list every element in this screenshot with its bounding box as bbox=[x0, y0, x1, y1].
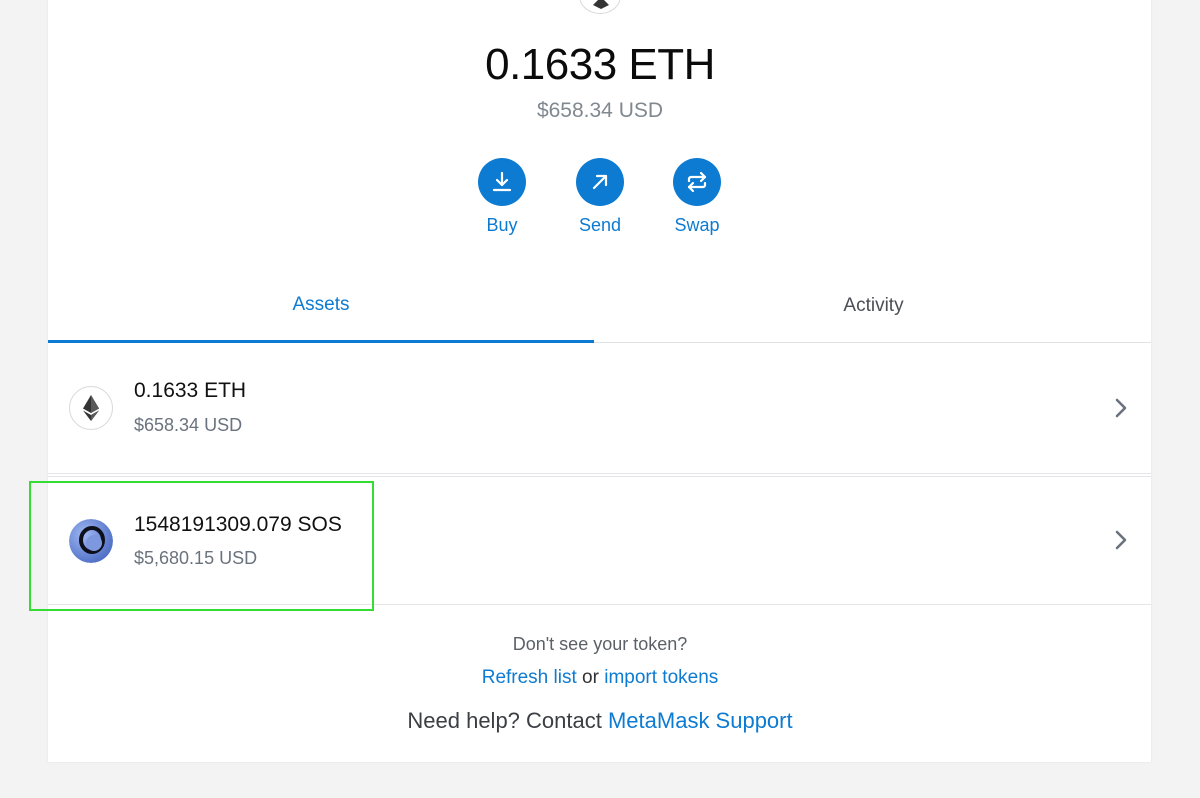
buy-button[interactable]: Buy bbox=[462, 158, 542, 236]
arrow-up-right-icon bbox=[576, 158, 624, 206]
ethereum-icon bbox=[69, 386, 113, 430]
asset-amount: 1548191309.079 SOS bbox=[134, 513, 342, 536]
asset-fiat: $5,680.15 USD bbox=[134, 548, 258, 568]
help-text: Need help? Contact MetaMask Support bbox=[0, 708, 1200, 734]
balance-amount: 0.1633 ETH bbox=[485, 40, 715, 89]
asset-tabs: Assets Activity bbox=[48, 270, 1151, 343]
asset-fiat: $658.34 USD bbox=[134, 415, 243, 435]
asset-row-sos[interactable]: 1548191309.079 SOS $5,680.15 USD bbox=[48, 476, 1151, 605]
tab-activity[interactable]: Activity bbox=[596, 270, 1151, 342]
download-icon bbox=[478, 158, 526, 206]
swap-icon bbox=[673, 158, 721, 206]
chevron-right-icon bbox=[1111, 528, 1131, 552]
send-label: Send bbox=[578, 215, 622, 235]
help-prefix: Need help? Contact bbox=[407, 708, 602, 733]
refresh-list-link[interactable]: Refresh list bbox=[482, 667, 577, 688]
or-text: or bbox=[582, 667, 599, 688]
token-question: Don't see your token? bbox=[512, 634, 688, 654]
metamask-support-link[interactable]: MetaMask Support bbox=[608, 708, 793, 733]
tab-assets[interactable]: Assets bbox=[48, 270, 594, 343]
sos-token-icon bbox=[69, 519, 113, 563]
send-button[interactable]: Send bbox=[560, 158, 640, 236]
asset-row-eth[interactable]: 0.1633 ETH $658.34 USD bbox=[48, 343, 1151, 474]
chevron-right-icon bbox=[1111, 396, 1131, 420]
swap-label: Swap bbox=[674, 215, 720, 235]
swap-button[interactable]: Swap bbox=[657, 158, 737, 236]
buy-label: Buy bbox=[486, 215, 518, 235]
import-tokens-link[interactable]: import tokens bbox=[604, 667, 718, 688]
asset-amount: 0.1633 ETH bbox=[134, 379, 247, 402]
balance-fiat: $658.34 USD bbox=[536, 99, 664, 122]
token-links: Refresh list or import tokens bbox=[0, 667, 1200, 689]
